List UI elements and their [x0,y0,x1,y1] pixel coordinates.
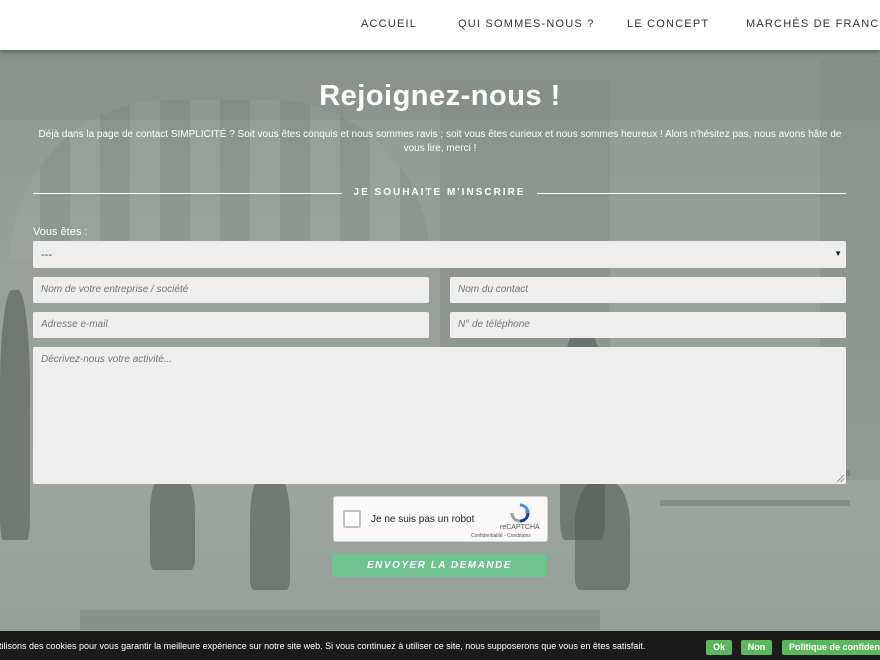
cookie-no-button[interactable]: Non [741,640,772,655]
email-input[interactable] [33,312,429,338]
type-label: Vous êtes : [33,226,88,238]
top-navigation: ACCUEIL QUI SOMMES-NOUS ? LE CONCEPT MAR… [0,0,880,50]
page-title: Rejoignez-nous ! [319,80,561,112]
cookie-policy-button[interactable]: Politique de confidentialité [782,640,880,655]
type-select-value: --- [41,249,52,261]
contact-input[interactable] [450,277,846,303]
cookie-ok-button[interactable]: Ok [706,640,732,655]
activity-placeholder: Décrivez-nous votre activité... [41,354,173,365]
nav-item-qui-sommes-nous[interactable]: QUI SOMMES-NOUS ? [458,18,595,30]
resize-grip-icon[interactable] [837,475,844,482]
nav-item-le-concept[interactable]: LE CONCEPT [627,18,709,30]
nav-item-accueil[interactable]: ACCUEIL [361,18,417,30]
type-select[interactable]: --- ▼ [33,241,846,268]
phone-input[interactable] [450,312,846,338]
nav-item-marches-de-france[interactable]: MARCHÉS DE FRANCE [746,18,880,30]
cookie-bar: utilisons des cookies pour vous garantir… [0,631,880,660]
cookie-message: utilisons des cookies pour vous garantir… [0,641,646,651]
recaptcha-label: Je ne suis pas un robot [371,514,475,525]
company-input[interactable] [33,277,429,303]
submit-button[interactable]: ENVOYER LA DEMANDE [332,554,547,577]
intro-text: Déjà dans la page de contact SIMPLICITÉ … [38,129,842,154]
caret-down-icon: ▼ [834,249,842,258]
recaptcha-terms[interactable]: Confidentialité - Conditions [471,533,531,539]
recaptcha-widget: Je ne suis pas un robot reCAPTCHA Confid… [333,496,548,542]
recaptcha-logo-icon [510,503,530,523]
recaptcha-brand: reCAPTCHA [500,524,540,531]
activity-textarea[interactable]: Décrivez-nous votre activité... [33,347,846,484]
recaptcha-checkbox[interactable] [343,510,361,528]
section-heading: JE SOUHAITE M'INSCRIRE [353,187,526,198]
